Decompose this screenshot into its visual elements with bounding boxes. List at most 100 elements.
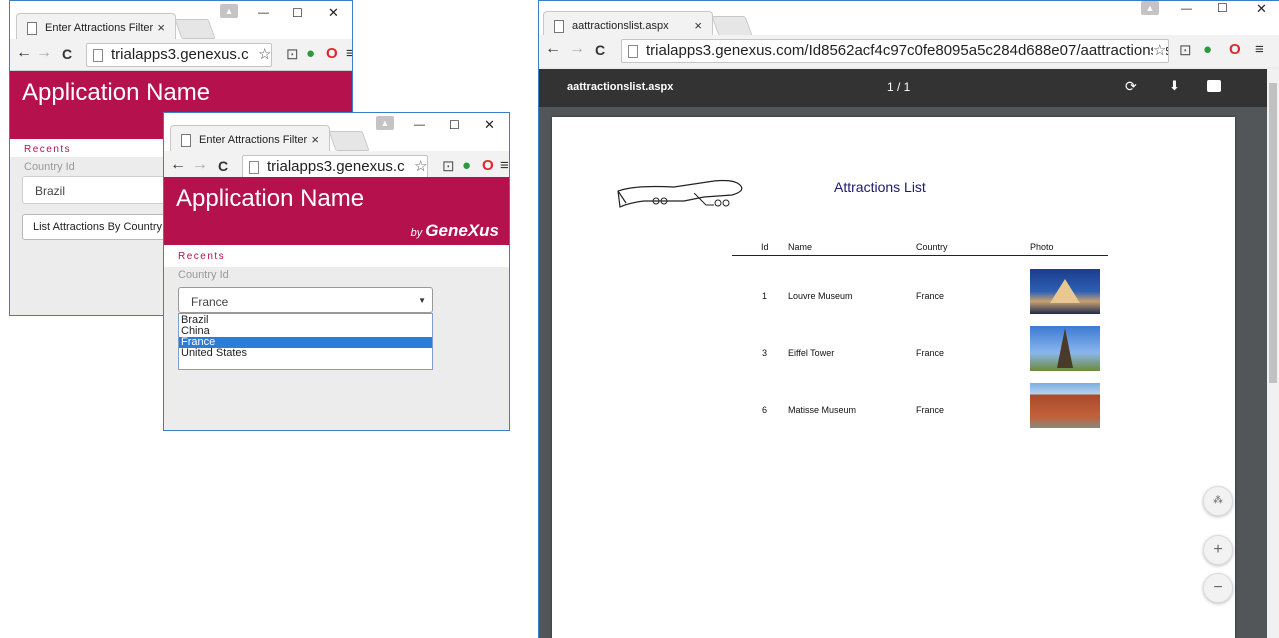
table-cell-country: France [916,291,945,301]
browser-window-report: aattractionslist.aspx × ▲ — ☐ ✕ ← → C tr… [538,0,1279,638]
print-icon[interactable] [1207,80,1221,92]
pyramid-shape [1050,279,1080,303]
zoom-out-button[interactable]: − [1203,573,1233,603]
table-cell-id: 6 [762,405,768,415]
extension-new-icon[interactable]: ● [306,45,315,62]
minimize-icon[interactable]: — [258,7,269,19]
tab-strip: Enter Attractions Filter × ▲ — ☐ ✕ [164,113,509,157]
maximize-icon[interactable]: ☐ [292,6,303,20]
chevron-down-icon: ▼ [418,296,426,305]
menu-icon[interactable]: ≡ [1255,41,1264,58]
tab-strip: aattractionslist.aspx × ▲ — ☐ ✕ [539,1,1279,43]
new-tab-button[interactable] [174,19,216,39]
opera-icon[interactable]: O [482,157,494,174]
country-id-label: Country Id [24,161,75,173]
page-icon [554,20,564,33]
close-icon[interactable]: ✕ [328,5,339,21]
tab-close-icon[interactable]: × [311,132,319,147]
forward-icon[interactable]: → [192,156,208,174]
rotate-icon[interactable]: ⟳ [1125,78,1137,95]
close-icon[interactable]: ✕ [1256,1,1267,17]
star-icon[interactable]: ☆ [258,45,271,63]
maximize-icon[interactable]: ☐ [449,118,460,132]
fit-to-page-button[interactable]: ⁂ [1203,486,1233,516]
table-cell-name: Matisse Museum [788,405,857,415]
menu-icon[interactable]: ≡ [500,157,509,174]
cast-icon[interactable]: ⊡ [286,45,299,63]
minimize-icon[interactable]: — [414,119,425,131]
profile-icon[interactable]: ▲ [220,4,238,18]
new-tab-button[interactable] [711,16,753,36]
tab-close-icon[interactable]: × [694,18,702,33]
address-bar[interactable]: trialapps3.genexus.c [242,155,428,179]
table-cell-id: 1 [762,291,768,301]
page-indicator: 1 / 1 [887,80,911,94]
url-text: trialapps3.genexus.c [267,158,405,175]
cast-icon[interactable]: ⊡ [442,157,455,175]
tab-title: aattractionslist.aspx [572,20,669,32]
pdf-viewport[interactable]: Attractions List Id Name Country Photo 1… [539,107,1267,638]
forward-icon[interactable]: → [569,40,585,58]
country-dropdown-list: Brazil China France United States [178,313,433,370]
profile-icon[interactable]: ▲ [376,116,394,130]
country-select[interactable]: France ▼ [178,287,433,313]
extension-new-icon[interactable]: ● [462,157,471,174]
column-header-photo: Photo [1030,242,1054,252]
genexus-logo: by GeneXus [411,221,499,241]
back-icon[interactable]: ← [170,156,186,174]
address-bar[interactable]: trialapps3.genexus.com/Id8562acf4c97c0fe… [621,39,1169,63]
tab-title: Enter Attractions Filter [199,134,308,146]
zoom-in-button[interactable]: + [1203,535,1233,565]
url-text: trialapps3.genexus.com/Id8562acf4c97c0fe… [646,42,1169,59]
recents-link[interactable]: Recents [24,144,71,155]
forward-icon[interactable]: → [36,44,52,62]
table-cell-name: Eiffel Tower [788,348,835,358]
opera-icon[interactable]: O [1229,41,1241,58]
minimize-icon[interactable]: — [1181,3,1192,15]
back-icon[interactable]: ← [16,44,32,62]
page-icon [249,161,259,174]
table-cell-name: Louvre Museum [788,291,853,301]
pdf-page: Attractions List Id Name Country Photo 1… [552,117,1235,638]
vertical-scrollbar[interactable] [1267,69,1279,638]
scrollbar-thumb[interactable] [1269,83,1277,383]
download-icon[interactable]: ⬇ [1169,78,1180,94]
profile-icon[interactable]: ▲ [1141,1,1159,15]
opera-icon[interactable]: O [326,45,338,62]
column-header-name: Name [788,242,813,252]
column-header-id: Id [761,242,769,252]
louvre-photo [1030,269,1100,314]
page-icon [181,134,191,147]
dropdown-option[interactable]: Brazil [179,315,432,326]
dropdown-option[interactable]: China [179,326,432,337]
airplane-icon [617,179,743,208]
app-header: Application Name by GeneXus [164,177,509,245]
country-select-value: Brazil [35,184,66,198]
pdf-title: aattractionslist.aspx [567,81,674,93]
close-icon[interactable]: ✕ [484,117,495,133]
back-icon[interactable]: ← [545,40,561,58]
tab-close-icon[interactable]: × [157,20,165,35]
maximize-icon[interactable]: ☐ [1217,1,1228,15]
tab-title: Enter Attractions Filter [45,22,154,34]
menu-icon[interactable]: ≡ [346,45,352,62]
reload-icon[interactable]: C [218,158,228,174]
recents-link[interactable]: Recents [178,251,225,262]
matisse-museum-photo [1030,383,1100,428]
url-text: trialapps3.genexus.c [111,46,249,63]
browser-window-filter-front: Enter Attractions Filter × ▲ — ☐ ✕ ← → C… [163,112,510,431]
cast-icon[interactable]: ⊡ [1179,41,1192,59]
star-icon[interactable]: ☆ [414,157,427,175]
pdf-toolbar: aattractionslist.aspx 1 / 1 ⟳ ⬇ [539,69,1279,107]
browser-toolbar: ← → C trialapps3.genexus.com/Id8562acf4c… [539,35,1279,67]
extension-new-icon[interactable]: ● [1203,41,1212,58]
new-tab-button[interactable] [328,131,370,151]
reload-icon[interactable]: C [62,46,72,62]
reload-icon[interactable]: C [595,42,605,58]
table-cell-country: France [916,348,945,358]
logo-brand: GeneXus [425,221,499,240]
star-icon[interactable]: ☆ [1153,41,1167,59]
address-bar[interactable]: trialapps3.genexus.c [86,43,272,67]
dropdown-option[interactable]: United States [179,348,432,359]
page-icon [27,22,37,35]
